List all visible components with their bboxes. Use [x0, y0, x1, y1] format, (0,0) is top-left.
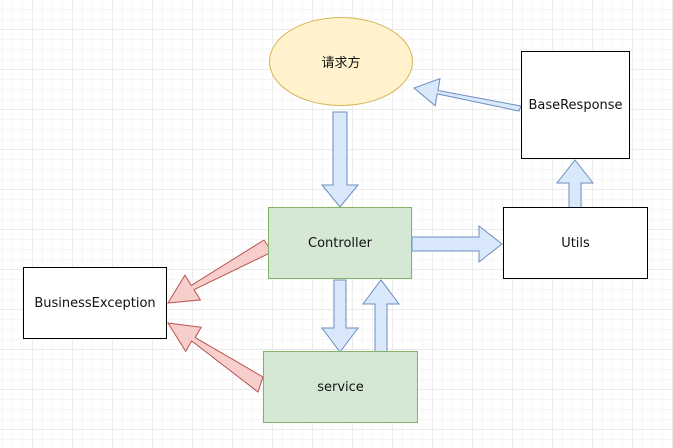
- service-node: service: [263, 351, 418, 423]
- service-label: service: [317, 379, 364, 395]
- controller-node: Controller: [268, 207, 412, 279]
- business-exception-node: BusinessException: [23, 267, 167, 339]
- arrow-service-to-controller: [362, 279, 400, 353]
- utils-label: Utils: [561, 235, 590, 251]
- base-response-label: BaseResponse: [528, 97, 623, 113]
- base-response-node: BaseResponse: [521, 51, 630, 159]
- utils-node: Utils: [503, 207, 648, 279]
- diagram-canvas: 请求方 BaseResponse Controller Utils Busine…: [0, 0, 673, 448]
- requester-node: 请求方: [269, 17, 413, 106]
- requester-label: 请求方: [321, 56, 361, 71]
- arrow-service-to-businessexception: [167, 322, 264, 393]
- controller-label: Controller: [308, 235, 372, 251]
- arrow-baseresponse-to-requester: [413, 77, 522, 112]
- business-exception-label: BusinessException: [34, 295, 156, 311]
- arrow-requester-to-controller: [320, 111, 360, 208]
- arrow-controller-to-service: [321, 279, 359, 353]
- arrow-controller-to-businessexception: [167, 239, 273, 304]
- arrow-controller-to-utils: [411, 224, 503, 264]
- arrow-utils-to-baseresponse: [555, 159, 595, 209]
